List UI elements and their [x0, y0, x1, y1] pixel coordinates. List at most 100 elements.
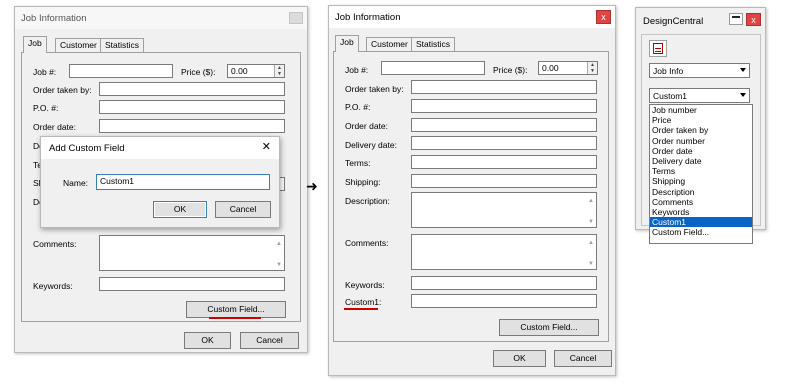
left-tab-job[interactable]: Job [23, 36, 47, 53]
right-terms-label: Terms: [345, 158, 371, 168]
add-field-cancel-button[interactable]: Cancel [215, 201, 271, 218]
right-shipping-field[interactable] [411, 174, 597, 188]
left-job-number-field[interactable] [69, 64, 173, 78]
right-price-spinner[interactable]: ▲ ▼ [587, 62, 597, 74]
field-list-item[interactable]: Order taken by [650, 125, 752, 135]
left-price-spinner[interactable]: ▲ ▼ [274, 65, 284, 77]
scroll-up-icon[interactable]: ▲ [588, 238, 594, 248]
right-custom1-highlight [344, 308, 378, 310]
field-list-item[interactable]: Price [650, 115, 752, 125]
document-icon [653, 43, 663, 54]
field-list-item[interactable]: Order date [650, 146, 752, 156]
left-order-date-label: Order date: [33, 122, 76, 132]
left-po-field[interactable] [99, 100, 285, 114]
right-delivery-date-label: Delivery date: [345, 140, 397, 150]
right-custom1-field[interactable] [411, 294, 597, 308]
right-tab-statistics[interactable]: Statistics [411, 37, 456, 51]
left-keywords-field[interactable] [99, 277, 285, 291]
right-description-field[interactable]: ▲ ▼ [411, 192, 597, 228]
right-comments-label: Comments: [345, 238, 389, 248]
right-price-label: Price ($): [493, 65, 528, 75]
left-custom-field-highlight [209, 317, 261, 319]
right-title-bar[interactable]: Job Information x [329, 6, 615, 28]
field-list-item[interactable]: Job number [650, 105, 752, 115]
left-keywords-label: Keywords: [33, 281, 73, 291]
left-tab-customer[interactable]: Customer [55, 38, 102, 52]
minimize-icon[interactable] [729, 13, 743, 25]
spin-down-icon[interactable]: ▼ [588, 68, 597, 74]
spin-down-icon[interactable]: ▼ [275, 71, 284, 77]
left-order-date-field[interactable] [99, 119, 285, 133]
right-description-label: Description: [345, 196, 390, 206]
left-comments-label: Comments: [33, 239, 77, 249]
design-central-panel: DesignCentral x Job Info Custom1 Job num… [635, 7, 766, 244]
scroll-down-icon[interactable]: ▼ [588, 259, 594, 269]
right-order-date-field[interactable] [411, 118, 597, 132]
add-field-ok-button[interactable]: OK [153, 201, 207, 218]
left-ok-button[interactable]: OK [184, 332, 231, 349]
add-field-name-input[interactable]: Custom1 [96, 174, 270, 190]
field-list-item[interactable]: Comments [650, 197, 752, 207]
design-central-field-select[interactable]: Custom1 [649, 88, 750, 103]
left-price-value: 0.00 [231, 66, 248, 76]
right-cancel-button[interactable]: Cancel [554, 350, 612, 367]
left-title-bar[interactable]: Job Information [15, 7, 307, 29]
close-icon[interactable]: ✕ [262, 140, 271, 153]
close-icon: x [601, 12, 606, 22]
right-close-button[interactable]: x [596, 10, 611, 24]
field-list-item[interactable]: Keywords [650, 207, 752, 217]
left-dialog-title: Job Information [21, 13, 87, 24]
right-comments-field[interactable]: ▲ ▼ [411, 234, 597, 270]
left-custom-field-button[interactable]: Custom Field... [186, 301, 286, 318]
left-job-number-label: Job #: [33, 67, 57, 77]
scroll-down-icon[interactable]: ▼ [276, 260, 282, 270]
right-shipping-label: Shipping: [345, 177, 381, 187]
close-icon: x [751, 15, 756, 25]
chevron-down-icon [740, 68, 746, 72]
right-po-field[interactable] [411, 99, 597, 113]
scroll-down-icon[interactable]: ▼ [588, 217, 594, 227]
right-order-taken-field[interactable] [411, 80, 597, 94]
right-po-label: P.O. #: [345, 102, 371, 112]
field-list-item[interactable]: Description [650, 187, 752, 197]
job-info-tab-icon[interactable] [649, 40, 667, 57]
right-job-information-dialog: Job Information x Job Customer Statistic… [328, 5, 616, 376]
left-order-taken-label: Order taken by: [33, 85, 92, 95]
design-central-category-select[interactable]: Job Info [649, 63, 750, 78]
design-central-field-list[interactable]: Job number Price Order taken by Order numbe… [649, 104, 753, 244]
right-dialog-title: Job Information [335, 12, 401, 23]
right-terms-field[interactable] [411, 155, 597, 169]
scroll-up-icon[interactable]: ▲ [276, 239, 282, 249]
right-custom1-label: Custom1: [345, 297, 382, 307]
field-list-item[interactable]: Terms [650, 166, 752, 176]
field-list-item[interactable]: Order number [650, 136, 752, 146]
design-central-close-button[interactable]: x [746, 13, 761, 26]
right-order-taken-label: Order taken by: [345, 84, 404, 94]
right-arrow-icon: ➜ [306, 178, 318, 194]
left-tab-statistics[interactable]: Statistics [100, 38, 145, 52]
design-central-title-bar[interactable]: DesignCentral x [636, 8, 765, 32]
right-job-number-field[interactable] [381, 61, 485, 75]
add-field-name-value: Custom1 [100, 176, 135, 186]
right-tab-job[interactable]: Job [335, 35, 359, 52]
right-tab-customer[interactable]: Customer [366, 37, 413, 51]
right-keywords-field[interactable] [411, 276, 597, 290]
left-close-button[interactable] [289, 12, 303, 24]
field-list-item[interactable]: Shipping [650, 176, 752, 186]
right-job-number-label: Job #: [345, 65, 369, 75]
field-list-item[interactable]: Delivery date [650, 156, 752, 166]
left-comments-field[interactable]: ▲ ▼ [99, 235, 285, 271]
left-price-label: Price ($): [181, 67, 216, 77]
left-cancel-button[interactable]: Cancel [240, 332, 299, 349]
chevron-down-icon [740, 93, 746, 97]
field-list-item[interactable]: Custom1 [650, 217, 752, 228]
right-price-value: 0.00 [542, 63, 559, 73]
right-ok-button[interactable]: OK [493, 350, 546, 367]
scroll-up-icon[interactable]: ▲ [588, 196, 594, 206]
field-list-item[interactable]: Custom Field... [650, 227, 752, 237]
right-delivery-date-field[interactable] [411, 136, 597, 150]
right-keywords-label: Keywords: [345, 280, 385, 290]
right-custom-field-button[interactable]: Custom Field... [499, 319, 599, 336]
left-order-taken-field[interactable] [99, 82, 285, 96]
category-select-value: Job Info [653, 66, 684, 76]
